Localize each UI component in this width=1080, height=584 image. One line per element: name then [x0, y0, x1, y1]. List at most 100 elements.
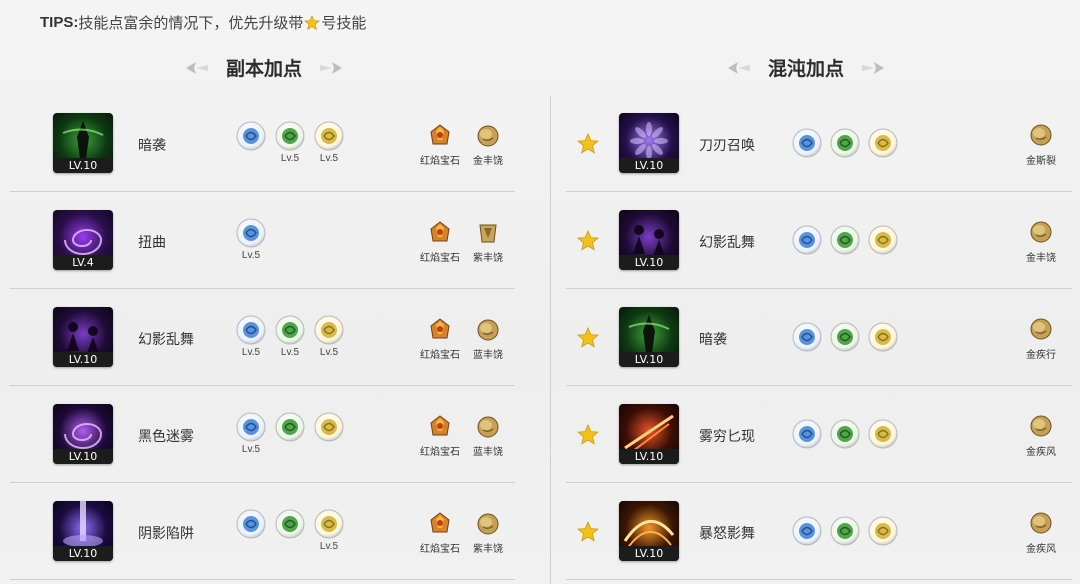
skill-level-badge: LV.10 [619, 546, 679, 561]
swirl-rune-icon[interactable] [236, 121, 266, 151]
bounty-gem-icon[interactable] [1028, 122, 1054, 148]
bounty-gem-icon[interactable] [475, 123, 501, 149]
eye-rune-icon[interactable] [792, 419, 822, 449]
eye-rune-icon[interactable] [868, 128, 898, 158]
flame-gem-icon[interactable] [427, 317, 453, 343]
skill-row[interactable]: LV.10 幻影乱舞 金丰饶 [566, 193, 1072, 289]
skill-icon[interactable]: LV.4 [53, 210, 113, 270]
moon-rune-icon[interactable] [792, 225, 822, 255]
gem-label: 金疾风 [1026, 447, 1056, 458]
figure-rune-icon[interactable] [830, 516, 860, 546]
skill-name: 雾穷匕现 [699, 428, 755, 444]
skill-icon[interactable]: LV.10 [619, 307, 679, 367]
skill-icon[interactable]: LV.10 [53, 113, 113, 173]
column-divider [550, 96, 551, 584]
skill-row[interactable]: LV.10 幻影乱舞 Lv.5 Lv.5 Lv.5 红焰宝石 蓝丰饶 [10, 290, 515, 386]
spiral-rune-icon[interactable] [275, 509, 305, 539]
row-separator [10, 385, 515, 386]
skill-row[interactable]: LV.10 黑色迷雾 Lv.5 红焰宝石 蓝丰饶 [10, 387, 515, 483]
amp-rune-icon[interactable] [792, 516, 822, 546]
tips-line: TIPS: 技能点富余的情况下，优先升级带 号技能 [40, 12, 366, 33]
bounty-gem-icon[interactable] [1028, 219, 1054, 245]
gem-label: 红焰宝石 [420, 350, 460, 361]
star-icon [304, 14, 321, 30]
orb-rune-icon[interactable] [236, 315, 266, 345]
dungeon-build-label: 副本加点 [226, 59, 303, 80]
amp-rune-icon[interactable] [275, 315, 305, 345]
skill-name: 暗袭 [138, 137, 166, 153]
skill-icon[interactable]: LV.10 [53, 307, 113, 367]
amp-rune-icon[interactable] [830, 225, 860, 255]
skill-name: 刀刃召唤 [699, 137, 755, 153]
right-arrow-deco-icon [320, 61, 343, 74]
row-separator [10, 288, 515, 289]
gem-label: 金疾风 [1026, 544, 1056, 555]
skill-row[interactable]: LV.10 阴影陷阱 Lv.5 红焰宝石 紫丰饶 [10, 484, 515, 580]
tips-text-before: 技能点富余的情况下，优先升级带 [78, 15, 304, 32]
cross-rune-icon[interactable] [868, 225, 898, 255]
eye-rune-icon[interactable] [868, 516, 898, 546]
tips-text-after: 号技能 [321, 15, 367, 32]
hand-rune-icon[interactable] [314, 412, 344, 442]
skill-icon[interactable]: LV.10 [53, 404, 113, 464]
gem-label: 蓝丰饶 [473, 447, 503, 458]
rune-level-label: Lv.5 [319, 153, 339, 164]
skill-level-badge: LV.10 [619, 352, 679, 367]
spiral-rune-icon[interactable] [868, 322, 898, 352]
skill-row[interactable]: LV.10 暗袭 Lv.5 Lv.5 红焰宝石 金丰饶 [10, 96, 515, 192]
flame-gem-icon[interactable] [427, 511, 453, 537]
swirl-rune-icon[interactable] [275, 412, 305, 442]
flame-gem-icon[interactable] [427, 220, 453, 246]
spiral-rune-icon[interactable] [314, 509, 344, 539]
orb-rune-icon[interactable] [236, 218, 266, 248]
skill-icon[interactable]: LV.10 [619, 210, 679, 270]
skill-name: 暴怒影舞 [699, 525, 755, 541]
skill-icon[interactable]: LV.10 [619, 501, 679, 561]
spiral-rune-icon[interactable] [314, 121, 344, 151]
skill-name: 阴影陷阱 [138, 525, 194, 541]
rune-level-label: Lv.5 [241, 444, 261, 455]
bounty-gem-icon[interactable] [1028, 413, 1054, 439]
skill-icon[interactable]: LV.10 [619, 113, 679, 173]
skill-level-badge: LV.10 [53, 449, 113, 464]
skill-row[interactable]: LV.10 雾穷匕现金疾风 [566, 387, 1072, 483]
rune-level-label: Lv.5 [319, 541, 339, 552]
skill-row[interactable]: LV.10 暗袭 金疾行 [566, 290, 1072, 386]
arrow-rune-icon[interactable] [236, 509, 266, 539]
figure-rune-icon[interactable] [236, 412, 266, 442]
tree-rune-icon[interactable] [830, 128, 860, 158]
row-separator [10, 579, 515, 580]
bounty-gem-icon[interactable] [475, 511, 501, 537]
chaos-build-label: 混沌加点 [768, 59, 845, 80]
skill-row[interactable]: LV.10 刀刃召唤金斯裂 [566, 96, 1072, 192]
amp-rune-icon[interactable] [830, 322, 860, 352]
bounty-gem-icon[interactable] [475, 220, 501, 246]
bounty-gem-icon[interactable] [1028, 316, 1054, 342]
bounty-gem-icon[interactable] [475, 414, 501, 440]
skill-level-badge: LV.10 [53, 158, 113, 173]
skill-name: 幻影乱舞 [138, 331, 194, 347]
rune-level-label: Lv.5 [241, 347, 261, 358]
ring-rune-icon[interactable] [868, 419, 898, 449]
bounty-gem-icon[interactable] [475, 317, 501, 343]
figure-rune-icon[interactable] [792, 128, 822, 158]
skill-row[interactable]: LV.4 扭曲 Lv.5 红焰宝石 紫丰饶 [10, 193, 515, 289]
gem-label: 金斯裂 [1026, 156, 1056, 167]
skill-row[interactable]: LV.10 暴怒影舞金疾风 [566, 484, 1072, 580]
star-icon [576, 521, 600, 543]
swirl-rune-icon[interactable] [792, 322, 822, 352]
left-arrow-deco-icon [186, 61, 208, 74]
amp-rune-icon[interactable] [830, 419, 860, 449]
right-arrow-deco-icon [862, 61, 885, 74]
flame-gem-icon[interactable] [427, 123, 453, 149]
bounty-gem-icon[interactable] [1028, 510, 1054, 536]
skill-icon[interactable]: LV.10 [619, 404, 679, 464]
amp-rune-icon[interactable] [275, 121, 305, 151]
star-icon [576, 133, 600, 155]
skill-level-badge: LV.10 [53, 546, 113, 561]
gem-label: 红焰宝石 [420, 253, 460, 264]
wave-rune-icon[interactable] [314, 315, 344, 345]
gem-label: 紫丰饶 [473, 253, 503, 264]
skill-icon[interactable]: LV.10 [53, 501, 113, 561]
flame-gem-icon[interactable] [427, 414, 453, 440]
